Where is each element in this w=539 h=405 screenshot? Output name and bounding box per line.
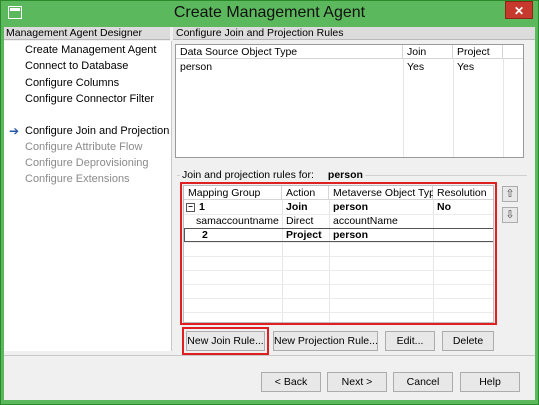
delete-button[interactable]: Delete (442, 331, 494, 351)
move-down-button[interactable]: ⇩ (502, 207, 518, 223)
designer-header: Management Agent Designer (4, 27, 170, 40)
column-header-data-source-object-type[interactable]: Data Source Object Type (176, 45, 403, 59)
column-header-join[interactable]: Join (403, 45, 453, 59)
rules-group-label: Join and projection rules for: person (180, 169, 365, 181)
nav-item-configure-attribute-flow: Configure Attribute Flow (25, 141, 143, 153)
designer-nav: ➔ Create Management Agent Connect to Dat… (4, 41, 201, 351)
help-button[interactable]: Help (460, 372, 520, 392)
cancel-button[interactable]: Cancel (393, 372, 453, 392)
nav-item-configure-extensions: Configure Extensions (25, 173, 130, 185)
nav-item-configure-deprovisioning: Configure Deprovisioning (25, 157, 149, 169)
join-cell: Yes (407, 61, 425, 73)
rules-grid-highlight (180, 182, 497, 325)
column-header-project[interactable]: Project (453, 45, 503, 59)
window-title: Create Management Agent (173, 4, 366, 21)
app-window: Create Management Agent ✕ Management Age… (0, 0, 539, 405)
client-area: Management Agent Designer ➔ Create Manag… (4, 27, 535, 400)
project-cell: Yes (457, 61, 475, 73)
object-type-cell[interactable]: person (176, 61, 212, 74)
rules-object-type: person (327, 169, 363, 181)
nav-item-configure-columns[interactable]: Configure Columns (25, 75, 119, 91)
nav-item-configure-connector-filter[interactable]: Configure Connector Filter (25, 91, 154, 107)
current-step-arrow-icon: ➔ (9, 124, 20, 138)
rules-for-label: Join and projection rules for: (182, 169, 314, 181)
close-button[interactable]: ✕ (505, 1, 533, 19)
new-projection-rule-button[interactable]: New Projection Rule... (273, 331, 378, 351)
column-header-filler (503, 45, 523, 59)
new-join-rule-highlight (182, 327, 269, 355)
footer-separator (4, 355, 535, 356)
move-up-button[interactable]: ⇧ (502, 186, 518, 202)
object-types-grid[interactable]: Data Source Object Type Join Project per… (175, 44, 524, 158)
back-button[interactable]: < Back (261, 372, 321, 392)
next-button[interactable]: Next > (327, 372, 387, 392)
nav-item-connect-to-database[interactable]: Connect to Database (25, 58, 128, 74)
nav-item-create-management-agent[interactable]: Create Management Agent (25, 42, 156, 58)
title-bar: Create Management Agent ✕ (1, 1, 538, 27)
edit-button[interactable]: Edit... (385, 331, 435, 351)
page-header: Configure Join and Projection Rules (173, 27, 535, 40)
